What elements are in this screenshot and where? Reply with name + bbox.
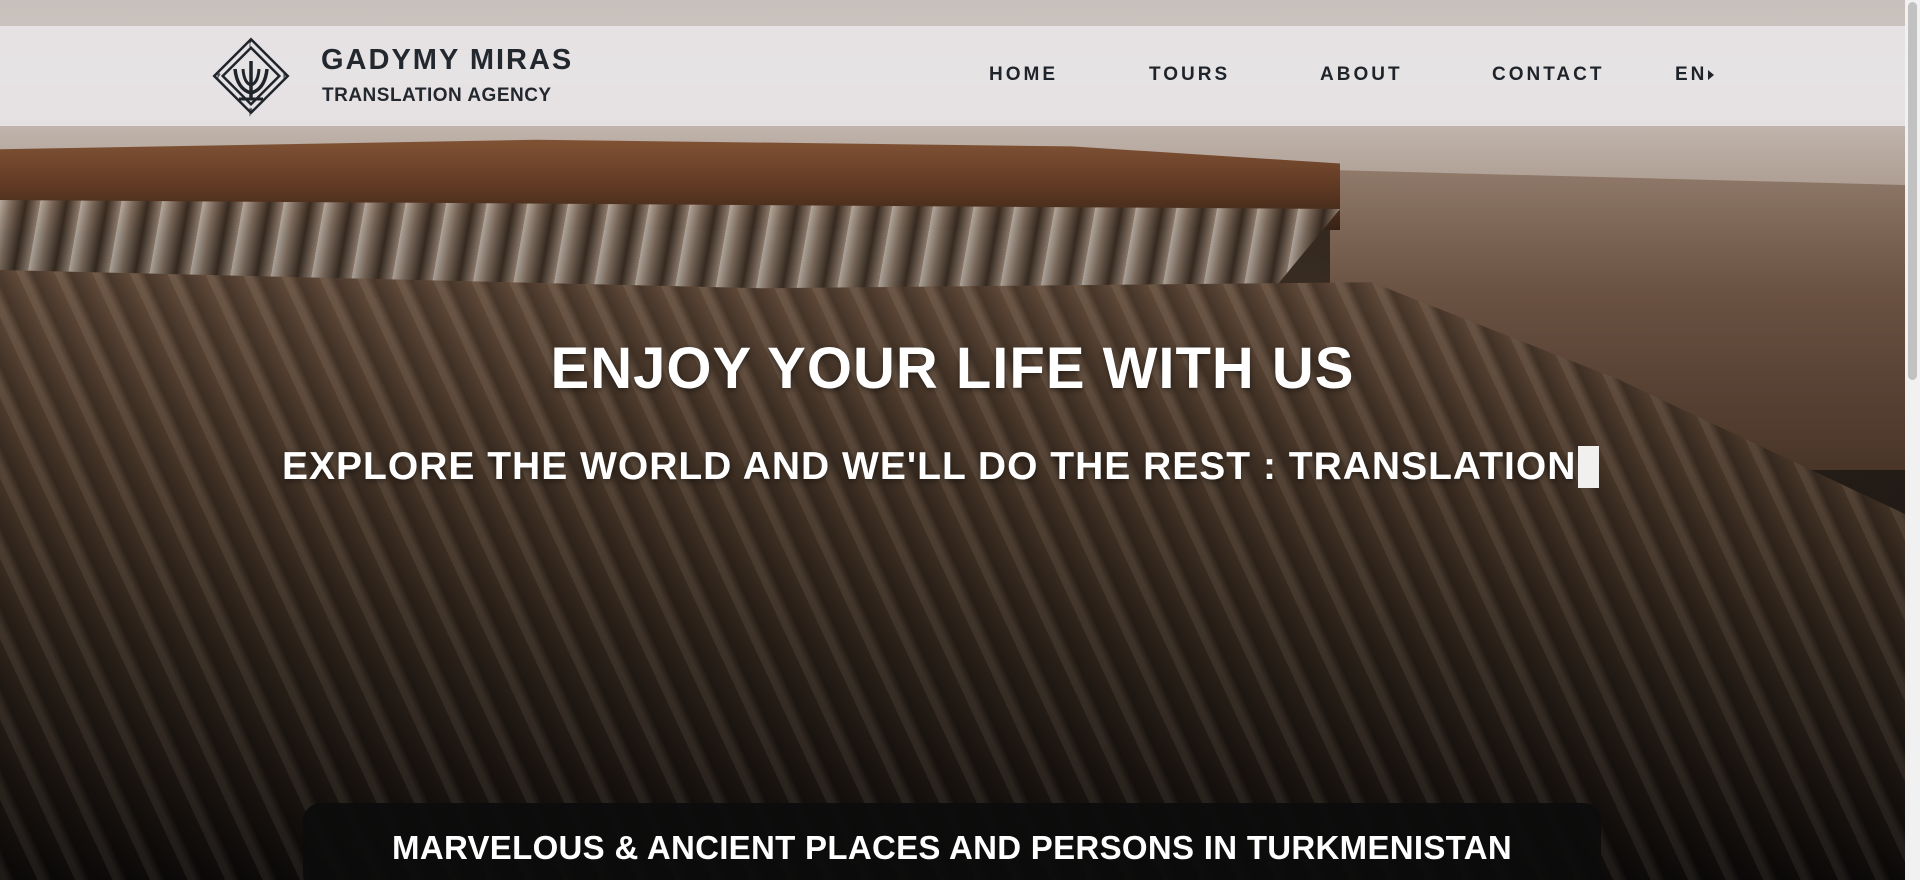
hero-overlay (0, 0, 1905, 880)
svg-text:ᚠ: ᚠ (216, 72, 221, 82)
svg-text:ᚠ: ᚠ (248, 107, 253, 117)
hero-subtitle: EXPLORE THE WORLD AND WE'LL DO THE REST … (282, 445, 1600, 489)
nav-about-link[interactable]: ABOUT (1320, 64, 1403, 86)
language-label: EN (1675, 64, 1708, 85)
brand-name[interactable]: GADYMY MIRAS (321, 44, 573, 77)
nav-tours-link[interactable]: TOURS (1149, 64, 1230, 86)
scrollbar-thumb[interactable] (1908, 2, 1917, 380)
svg-text:ᚠ: ᚠ (248, 38, 253, 48)
page: ᚠ ᚠ ᚠ ᚠ GADYMY MIRAS TRANSLATION AGENCY … (0, 0, 1920, 880)
hero-title: ENJOY YOUR LIFE WITH US (550, 336, 1355, 401)
banner-heading: MARVELOUS & ANCIENT PLACES AND PERSONS I… (392, 829, 1512, 866)
language-selector[interactable]: EN (1675, 64, 1715, 86)
feature-banner: MARVELOUS & ANCIENT PLACES AND PERSONS I… (303, 803, 1601, 880)
svg-text:ᚠ: ᚠ (282, 72, 287, 82)
nav-home-link[interactable]: HOME (989, 64, 1058, 86)
caret-right-icon (1708, 70, 1715, 80)
typing-cursor (1578, 446, 1600, 488)
brand-subtitle: TRANSLATION AGENCY (322, 85, 552, 106)
trident-emblem-icon[interactable]: ᚠ ᚠ ᚠ ᚠ (203, 33, 299, 119)
page-scrollbar[interactable] (1905, 0, 1920, 880)
hero-subtitle-text: EXPLORE THE WORLD AND WE'LL DO THE REST … (282, 445, 1577, 488)
nav-contact-link[interactable]: CONTACT (1492, 64, 1604, 86)
site-header: ᚠ ᚠ ᚠ ᚠ GADYMY MIRAS TRANSLATION AGENCY … (0, 26, 1905, 126)
